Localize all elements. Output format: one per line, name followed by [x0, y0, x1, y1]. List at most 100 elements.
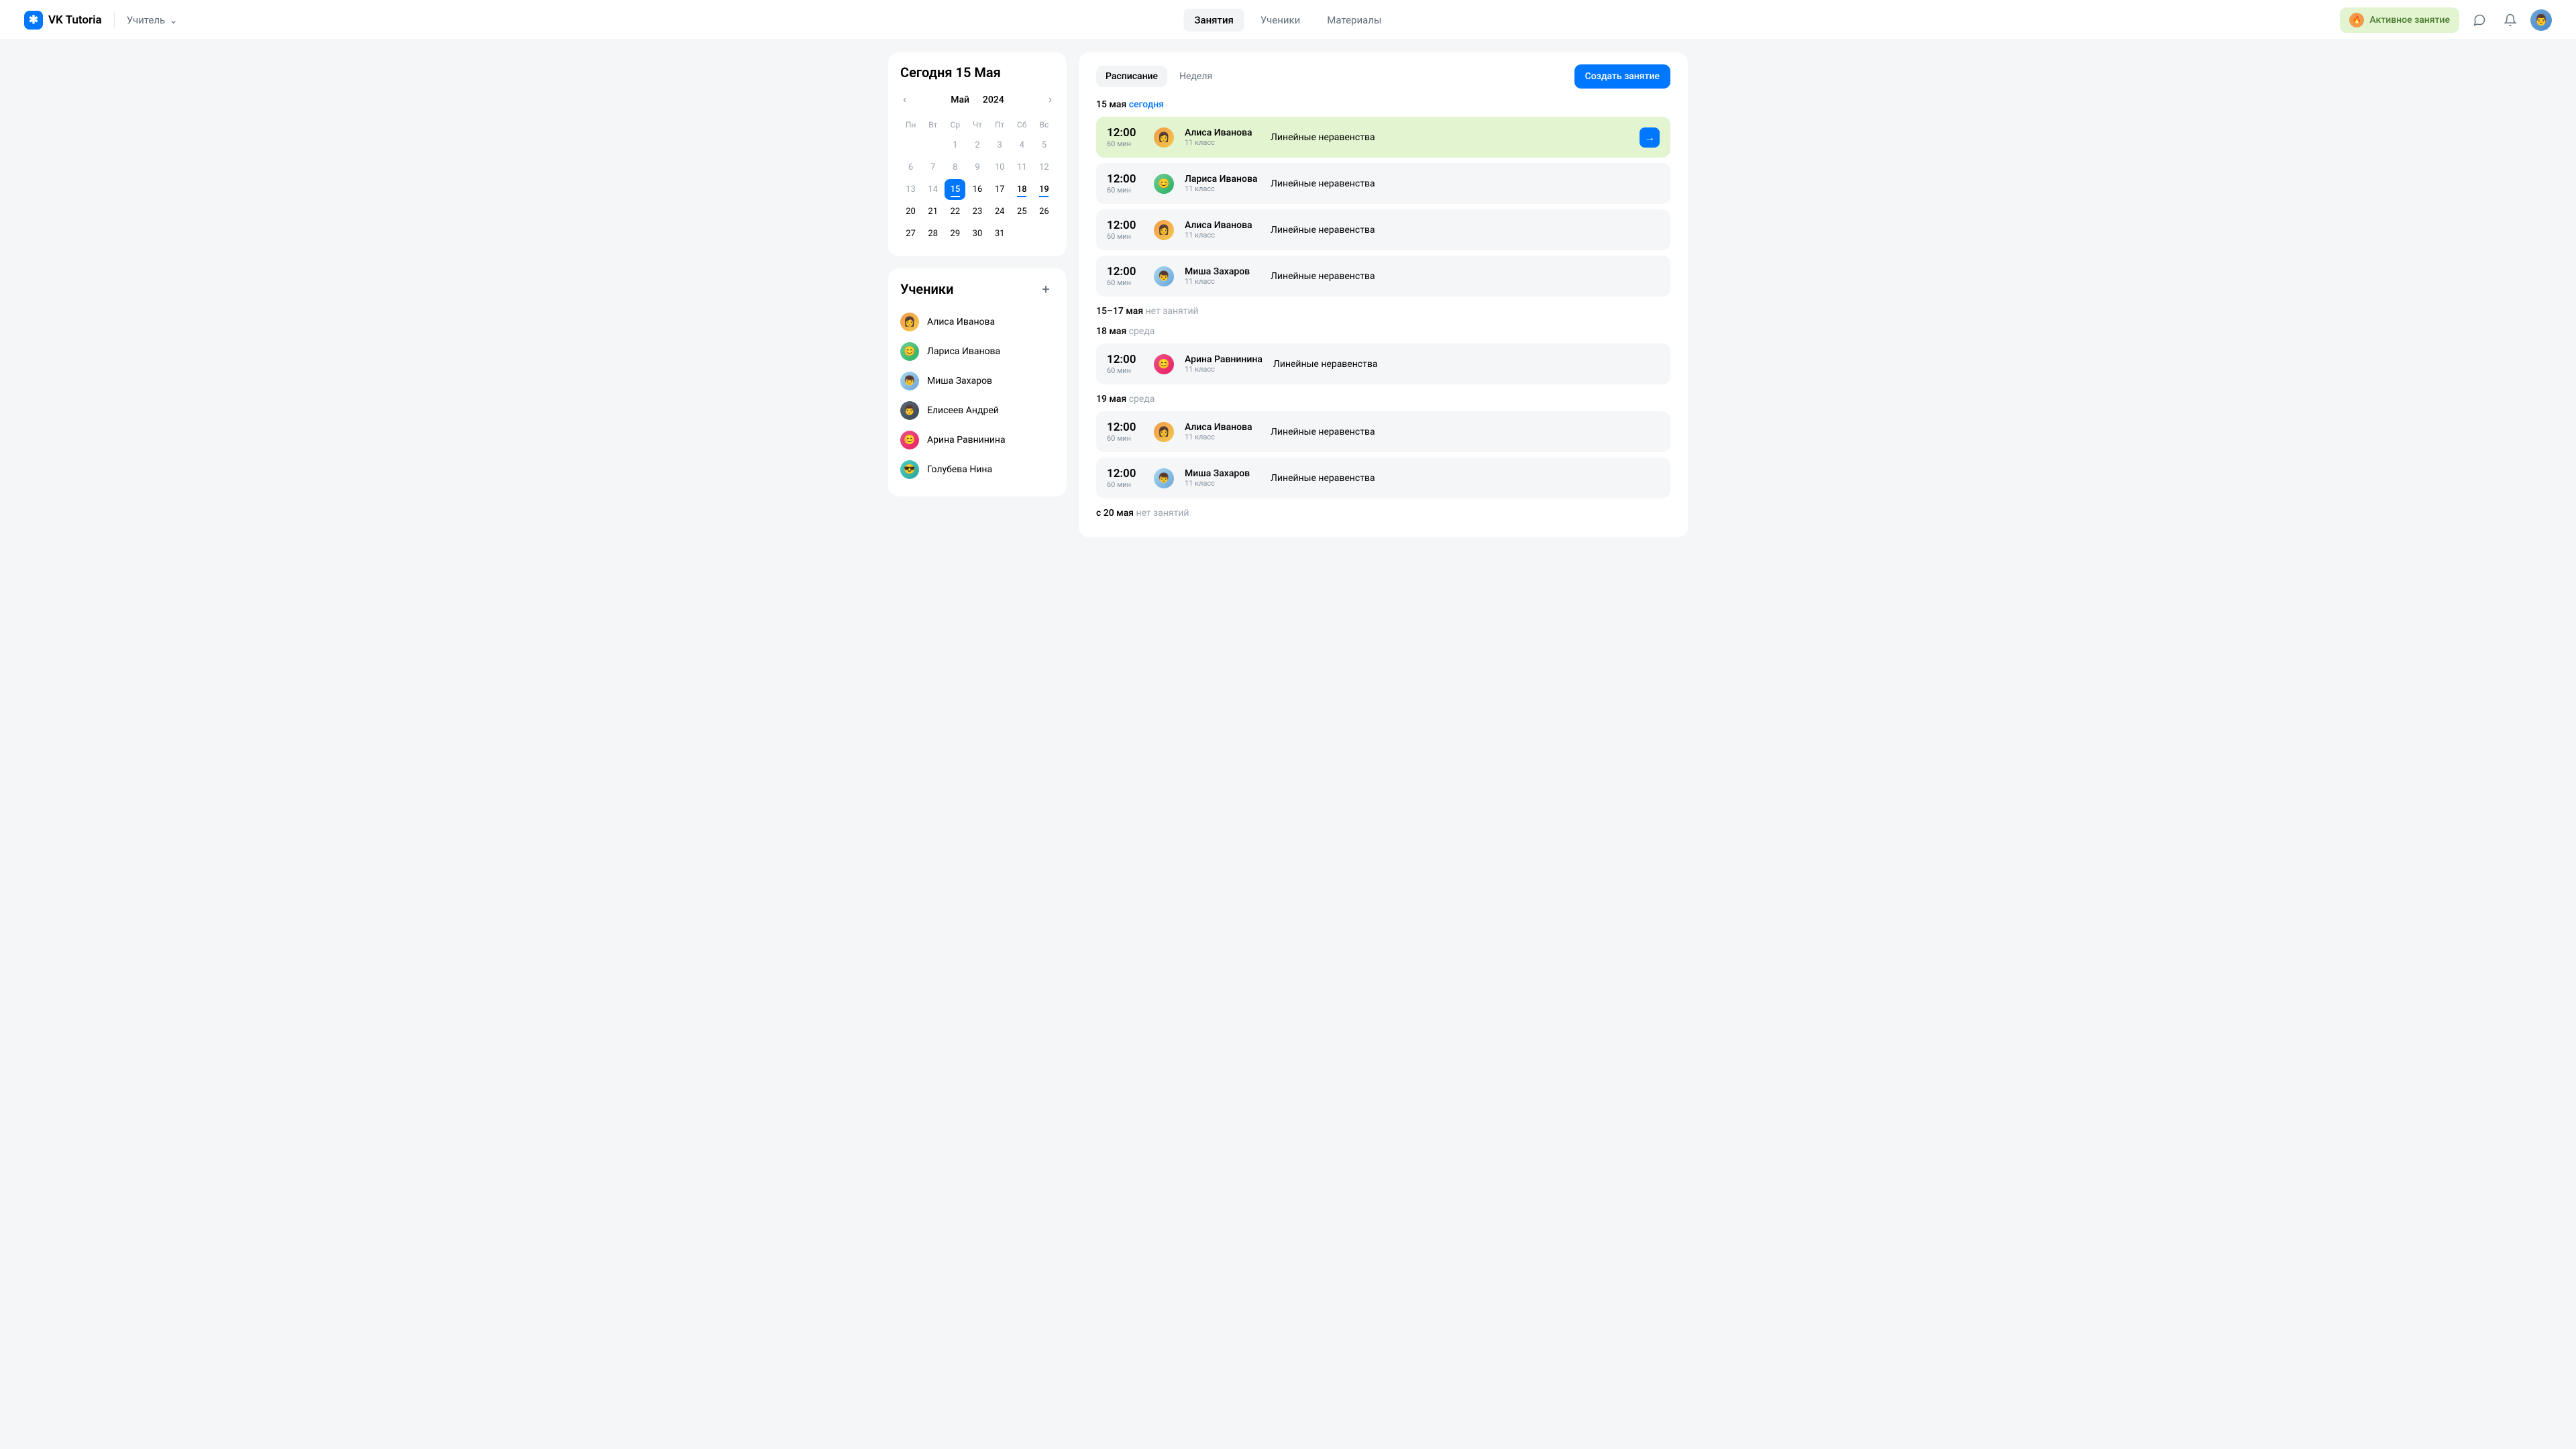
- calendar-day[interactable]: 31: [989, 223, 1010, 244]
- lesson-row[interactable]: 12:0060 мин👦Миша Захаров11 классЛинейные…: [1096, 256, 1670, 297]
- left-column: Сегодня 15 Мая ‹ Май 2024 › ПнВтСрЧтПтСб…: [888, 52, 1067, 537]
- calendar-day[interactable]: 1: [945, 135, 965, 156]
- role-label: Учитель: [127, 14, 165, 26]
- student-item[interactable]: 😊Арина Равнинина: [900, 425, 1055, 455]
- active-lesson-badge[interactable]: 🔥 Активное занятие: [2340, 7, 2459, 33]
- today-title: Сегодня 15 Мая: [900, 64, 1055, 80]
- student-name: Алиса Иванова: [927, 317, 995, 327]
- calendar-day[interactable]: 27: [900, 223, 921, 244]
- lesson-student: Лариса Иванова11 класс: [1185, 174, 1260, 193]
- schedule-tabs: РасписаниеНеделя: [1096, 66, 1222, 87]
- calendar-day[interactable]: 7: [922, 157, 943, 178]
- calendar-day[interactable]: 19: [1034, 179, 1055, 200]
- next-month-button[interactable]: ›: [1046, 90, 1055, 108]
- dow-label: Чт: [967, 116, 987, 133]
- student-item[interactable]: 😎 Голубева Нина: [900, 455, 1055, 484]
- calendar-day[interactable]: 28: [922, 223, 943, 244]
- calendar-day[interactable]: 15: [945, 179, 965, 200]
- lesson-time: 12:0060 мин: [1107, 219, 1143, 241]
- role-switcher[interactable]: Учитель ⌄: [127, 14, 178, 26]
- calendar-day[interactable]: 14: [922, 179, 943, 200]
- tab-неделя[interactable]: Неделя: [1170, 66, 1222, 87]
- dow-label: Вс: [1034, 116, 1055, 133]
- calendar-day[interactable]: 6: [900, 157, 921, 178]
- logo-icon: ✱: [24, 11, 43, 30]
- date-group-label: 15–17 мая нет занятий: [1096, 306, 1670, 317]
- schedule-head: РасписаниеНеделя Создать занятие: [1096, 64, 1670, 89]
- nav-item-занятия[interactable]: Занятия: [1183, 9, 1244, 32]
- calendar-day[interactable]: 5: [1034, 135, 1055, 156]
- lesson-topic: Линейные неравенства: [1273, 359, 1660, 370]
- calendar-day[interactable]: 8: [945, 157, 965, 178]
- add-student-button[interactable]: +: [1037, 280, 1055, 298]
- nav-item-материалы[interactable]: Материалы: [1316, 9, 1392, 32]
- students-head: Ученики +: [900, 280, 1055, 298]
- lesson-row[interactable]: 12:0060 мин👩Алиса Иванова11 классЛинейны…: [1096, 117, 1670, 158]
- calendar-day[interactable]: 12: [1034, 157, 1055, 178]
- calendar-day[interactable]: 9: [967, 157, 987, 178]
- student-item[interactable]: 👩Алиса Иванова: [900, 307, 1055, 337]
- nav-item-ученики[interactable]: Ученики: [1250, 9, 1311, 32]
- student-name: Голубева Нина: [927, 464, 992, 475]
- calendar-day[interactable]: 10: [989, 157, 1010, 178]
- lesson-topic: Линейные неравенства: [1271, 427, 1660, 437]
- active-lesson-label: Активное занятие: [2369, 15, 2450, 25]
- calendar-day[interactable]: 18: [1012, 179, 1032, 200]
- calendar-day[interactable]: 23: [967, 201, 987, 222]
- lesson-row[interactable]: 12:0060 мин👦Миша Захаров11 классЛинейные…: [1096, 458, 1670, 498]
- student-avatar: 👨: [900, 401, 919, 420]
- calendar-day[interactable]: 13: [900, 179, 921, 200]
- calendar-day[interactable]: 29: [945, 223, 965, 244]
- lesson-student: Алиса Иванова11 класс: [1185, 422, 1260, 441]
- month-year: Май 2024: [951, 93, 1004, 105]
- calendar-day[interactable]: 26: [1034, 201, 1055, 222]
- lesson-topic: Линейные неравенства: [1271, 271, 1660, 282]
- bell-icon[interactable]: [2500, 9, 2521, 31]
- dow-label: Вт: [922, 116, 943, 133]
- lesson-row[interactable]: 12:0060 мин👩Алиса Иванова11 классЛинейны…: [1096, 209, 1670, 250]
- lesson-avatar: 👩: [1154, 220, 1174, 240]
- calendar-day[interactable]: 11: [1012, 157, 1032, 178]
- calendar-day[interactable]: 21: [922, 201, 943, 222]
- lesson-topic: Линейные неравенства: [1271, 132, 1629, 143]
- lesson-row[interactable]: 12:0060 мин 👩 Алиса Иванова11 класс Линейны…: [1096, 411, 1670, 452]
- date-group-label: с 20 мая нет занятий: [1096, 508, 1670, 519]
- go-to-lesson-button[interactable]: →: [1640, 127, 1660, 148]
- student-avatar: 😎: [900, 460, 919, 479]
- calendar-day[interactable]: 3: [989, 135, 1010, 156]
- dow-label: Пн: [900, 116, 921, 133]
- calendar-day[interactable]: 20: [900, 201, 921, 222]
- lesson-time: 12:0060 мин: [1107, 421, 1143, 443]
- lesson-row[interactable]: 12:0060 мин😊Арина Равнинина11 классЛиней…: [1096, 343, 1670, 384]
- student-name: Миша Захаров: [927, 376, 992, 386]
- students-title: Ученики: [900, 281, 953, 297]
- student-item[interactable]: 👨 Елисеев Андрей: [900, 396, 1055, 425]
- logo[interactable]: ✱ VK Tutoria: [24, 11, 102, 30]
- lesson-row[interactable]: 12:0060 мин😊Лариса Иванова11 классЛинейн…: [1096, 163, 1670, 204]
- create-lesson-button[interactable]: Создать занятие: [1574, 64, 1670, 89]
- chat-icon[interactable]: [2469, 9, 2490, 31]
- student-avatar: 😊: [900, 431, 919, 449]
- calendar-day[interactable]: 30: [967, 223, 987, 244]
- student-avatar: 😊: [900, 342, 919, 361]
- lesson-time: 12:0060 мин: [1107, 353, 1143, 375]
- lesson-student: Миша Захаров11 класс: [1185, 266, 1260, 286]
- student-item[interactable]: 👦Миша Захаров: [900, 366, 1055, 396]
- calendar-day[interactable]: 24: [989, 201, 1010, 222]
- calendar-day[interactable]: 25: [1012, 201, 1032, 222]
- tab-расписание[interactable]: Расписание: [1096, 66, 1167, 87]
- student-item[interactable]: 😊 Лариса Иванова: [900, 337, 1055, 366]
- student-name: Елисеев Андрей: [927, 405, 999, 416]
- lesson-avatar: 👩: [1154, 422, 1174, 442]
- lesson-student: Алиса Иванова11 класс: [1185, 127, 1260, 147]
- calendar-day[interactable]: 17: [989, 179, 1010, 200]
- prev-month-button[interactable]: ‹: [900, 90, 909, 108]
- calendar-day[interactable]: 16: [967, 179, 987, 200]
- calendar-day[interactable]: 4: [1012, 135, 1032, 156]
- lesson-time: 12:0060 мин: [1107, 126, 1143, 148]
- calendar-day[interactable]: 22: [945, 201, 965, 222]
- calendar-day[interactable]: 2: [967, 135, 987, 156]
- user-avatar[interactable]: 👨: [2530, 9, 2552, 31]
- flame-icon: 🔥: [2349, 13, 2364, 28]
- student-name: Лариса Иванова: [927, 346, 1000, 357]
